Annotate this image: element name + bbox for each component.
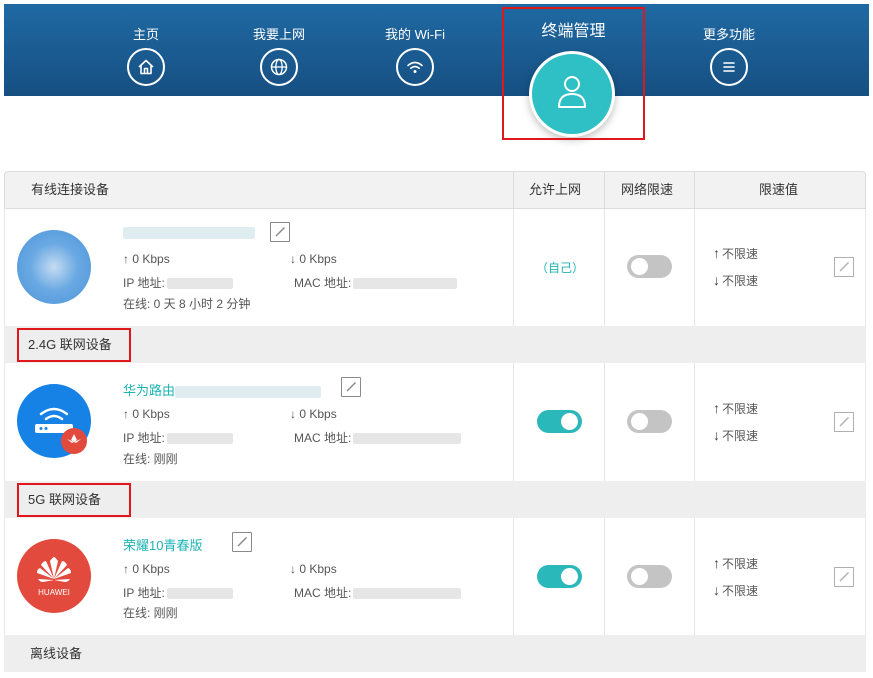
mac-label: MAC 地址: xyxy=(294,276,352,290)
download-rate: ↓ 0 Kbps xyxy=(290,407,337,421)
ip-label: IP 地址: xyxy=(123,586,165,600)
nav-item-wifi[interactable]: 我的 Wi-Fi xyxy=(360,4,470,86)
header-allow-internet: 允许上网 xyxy=(529,182,582,197)
highlight-box-5g xyxy=(17,483,131,517)
ip-address: IP 地址: xyxy=(123,274,233,291)
device-name-honor: 荣耀10青春版 xyxy=(123,538,203,553)
online-duration: 在线: 0 天 8 小时 2 分钟 xyxy=(123,297,251,311)
allow-self-label: （自己） xyxy=(535,261,584,275)
section-header-5g: 5G 联网设备 xyxy=(4,481,866,518)
speed-limit-toggle[interactable] xyxy=(627,255,672,278)
allow-internet-toggle[interactable] xyxy=(537,565,582,588)
column-divider xyxy=(513,518,514,635)
upload-rate: ↑ 0 Kbps xyxy=(123,407,170,421)
limit-download-value: 不限速 xyxy=(722,274,759,288)
device-avatar xyxy=(17,230,91,304)
nav-item-internet[interactable]: 我要上网 xyxy=(224,4,334,86)
column-divider xyxy=(513,209,514,326)
allow-internet-toggle[interactable] xyxy=(537,410,582,433)
device-name-huawei-router: 华为路由 xyxy=(123,380,322,399)
limit-upload-value: 不限速 xyxy=(722,247,759,261)
upload-rate: ↑ 0 Kbps xyxy=(123,562,170,576)
nav-item-more[interactable]: 更多功能 xyxy=(674,4,784,86)
ip-label: IP 地址: xyxy=(123,431,165,445)
column-divider xyxy=(604,209,605,326)
edit-name-icon[interactable] xyxy=(270,222,290,242)
limit-download: ↓ 不限速 xyxy=(713,427,759,443)
globe-icon xyxy=(260,48,298,86)
mac-label: MAC 地址: xyxy=(294,586,352,600)
header-speed-limit: 网络限速 xyxy=(621,182,674,197)
ip-address: IP 地址: xyxy=(123,584,233,601)
column-divider xyxy=(694,518,695,635)
edit-limit-icon[interactable] xyxy=(834,567,854,587)
download-rate: ↓ 0 Kbps xyxy=(290,562,337,576)
column-divider xyxy=(694,209,695,326)
brand-text: HUAWEI xyxy=(38,588,70,597)
edit-name-icon[interactable] xyxy=(341,377,361,397)
limit-upload: ↑ 不限速 xyxy=(713,245,759,261)
column-divider xyxy=(604,172,605,208)
device-name-text: 华为路由 xyxy=(123,383,176,398)
nav-internet-label: 我要上网 xyxy=(252,27,305,42)
ip-label: IP 地址: xyxy=(123,276,165,290)
column-divider xyxy=(513,363,514,481)
mac-label: MAC 地址: xyxy=(294,431,352,445)
nav-wifi-label: 我的 Wi-Fi xyxy=(385,27,445,42)
column-divider xyxy=(604,363,605,481)
limit-download-value: 不限速 xyxy=(722,584,759,598)
mac-address: MAC 地址: xyxy=(294,274,458,291)
speed-limit-toggle[interactable] xyxy=(627,410,672,433)
limit-download: ↓ 不限速 xyxy=(713,582,759,598)
mac-address: MAC 地址: xyxy=(294,429,462,446)
edit-limit-icon[interactable] xyxy=(834,412,854,432)
limit-upload-value: 不限速 xyxy=(722,402,759,416)
limit-download: ↓ 不限速 xyxy=(713,272,759,288)
home-icon xyxy=(127,48,165,86)
limit-upload: ↑ 不限速 xyxy=(713,400,759,416)
menu-icon xyxy=(710,48,748,86)
online-duration: 在线: 刚刚 xyxy=(123,606,178,620)
header-wired-devices: 有线连接设备 xyxy=(31,182,110,197)
edit-limit-icon[interactable] xyxy=(834,257,854,277)
mac-address: MAC 地址: xyxy=(294,584,462,601)
highlight-box-2.4g xyxy=(17,328,131,362)
limit-download-value: 不限速 xyxy=(722,429,759,443)
ip-address: IP 地址: xyxy=(123,429,233,446)
top-nav-bar: 主页 我要上网 我的 Wi-Fi 更多功能 xyxy=(4,4,869,96)
router-icon xyxy=(35,407,87,454)
section-header-2.4g: 2.4G 联网设备 xyxy=(4,326,866,363)
column-divider xyxy=(513,172,514,208)
device-name-blurred xyxy=(123,224,255,239)
nav-more-label: 更多功能 xyxy=(702,27,755,42)
section-title-offline: 离线设备 xyxy=(30,646,83,661)
upload-rate: ↑ 0 Kbps xyxy=(123,252,170,266)
online-duration: 在线: 刚刚 xyxy=(123,452,178,466)
limit-upload: ↑ 不限速 xyxy=(713,555,759,571)
download-rate: ↓ 0 Kbps xyxy=(290,252,337,266)
column-divider xyxy=(694,363,695,481)
nav-item-home[interactable]: 主页 xyxy=(91,4,201,86)
huawei-phone-avatar: HUAWEI xyxy=(17,539,91,613)
limit-upload-value: 不限速 xyxy=(722,557,759,571)
section-header-offline: 离线设备 xyxy=(4,635,866,672)
wifi-icon xyxy=(396,48,434,86)
column-divider xyxy=(604,518,605,635)
speed-limit-toggle[interactable] xyxy=(627,565,672,588)
header-limit-value: 限速值 xyxy=(759,182,799,197)
huawei-logo-icon: HUAWEI xyxy=(37,557,71,597)
edit-name-icon[interactable] xyxy=(232,532,252,552)
router-avatar xyxy=(17,384,91,458)
highlight-box-active-tab xyxy=(502,7,645,140)
column-divider xyxy=(694,172,695,208)
nav-home-label: 主页 xyxy=(132,27,159,42)
device-table-header: 有线连接设备 允许上网 网络限速 限速值 xyxy=(4,171,866,209)
